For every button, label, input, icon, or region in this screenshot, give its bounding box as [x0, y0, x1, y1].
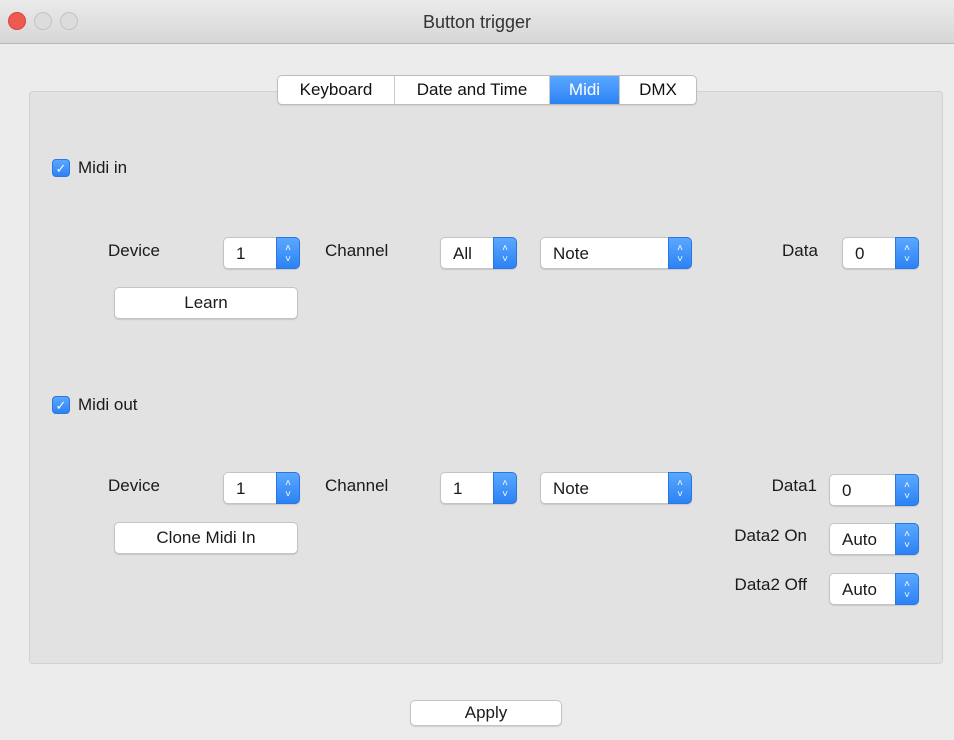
tab-midi[interactable]: Midi	[550, 76, 620, 104]
up-down-chevron-icon: ˄ ˅	[276, 237, 300, 269]
midi-out-data1-select[interactable]: 0 ˄ ˅	[829, 474, 919, 506]
up-down-chevron-icon: ˄ ˅	[668, 237, 692, 269]
up-down-chevron-icon: ˄ ˅	[895, 523, 919, 555]
midi-out-data2-off-select[interactable]: Auto ˄ ˅	[829, 573, 919, 605]
check-icon: ✓	[55, 161, 67, 176]
up-down-chevron-icon: ˄ ˅	[895, 573, 919, 605]
learn-button[interactable]: Learn	[114, 287, 298, 319]
midi-out-channel-select[interactable]: 1 ˄ ˅	[440, 472, 517, 504]
clone-midi-in-button[interactable]: Clone Midi In	[114, 522, 298, 554]
midi-out-data2-on-select[interactable]: Auto ˄ ˅	[829, 523, 919, 555]
up-down-chevron-icon: ˄ ˅	[668, 472, 692, 504]
midi-out-data2-on-label: Data2 On	[734, 526, 807, 545]
midi-in-device-value: 1	[236, 244, 246, 263]
midi-in-checkbox[interactable]: ✓	[52, 159, 70, 177]
midi-out-label: Midi out	[78, 395, 138, 414]
midi-out-data1-value: 0	[842, 481, 852, 500]
midi-in-data-select[interactable]: 0 ˄ ˅	[842, 237, 919, 269]
up-down-chevron-icon: ˄ ˅	[493, 472, 517, 504]
midi-in-channel-value: All	[453, 244, 472, 263]
midi-out-message-type-select[interactable]: Note ˄ ˅	[540, 472, 692, 504]
midi-out-channel-value: 1	[453, 479, 463, 498]
midi-in-device-label: Device	[108, 241, 160, 260]
midi-in-channel-select[interactable]: All ˄ ˅	[440, 237, 517, 269]
midi-out-checkbox-row[interactable]: ✓ Midi out	[52, 395, 138, 415]
up-down-chevron-icon: ˄ ˅	[276, 472, 300, 504]
apply-button[interactable]: Apply	[410, 700, 562, 726]
midi-in-channel-label: Channel	[325, 241, 389, 260]
midi-out-data1-label: Data1	[771, 476, 817, 495]
midi-out-message-type-value: Note	[553, 479, 589, 498]
midi-out-device-label: Device	[108, 476, 160, 495]
midi-out-device-value: 1	[236, 479, 246, 498]
up-down-chevron-icon: ˄ ˅	[895, 474, 919, 506]
midi-in-data-label: Data	[782, 241, 818, 260]
midi-in-label: Midi in	[78, 158, 128, 177]
check-icon: ✓	[55, 398, 67, 413]
midi-in-message-type-value: Note	[553, 244, 589, 263]
midi-in-data-value: 0	[855, 244, 865, 263]
title-bar: Button trigger	[0, 0, 954, 44]
window-title: Button trigger	[422, 12, 532, 32]
midi-out-channel-label: Channel	[325, 476, 389, 495]
tab-dmx[interactable]: DMX	[620, 76, 696, 104]
midi-out-data2-on-value: Auto	[842, 530, 877, 549]
tab-bar: Keyboard Date and Time Midi DMX	[277, 75, 697, 105]
up-down-chevron-icon: ˄ ˅	[493, 237, 517, 269]
midi-out-data2-off-label: Data2 Off	[734, 575, 807, 594]
midi-in-message-type-select[interactable]: Note ˄ ˅	[540, 237, 692, 269]
up-down-chevron-icon: ˄ ˅	[895, 237, 919, 269]
midi-out-device-select[interactable]: 1 ˄ ˅	[223, 472, 300, 504]
tab-date-and-time[interactable]: Date and Time	[395, 76, 550, 104]
midi-out-data2-off-value: Auto	[842, 580, 877, 599]
midi-in-device-select[interactable]: 1 ˄ ˅	[223, 237, 300, 269]
tab-keyboard[interactable]: Keyboard	[278, 76, 395, 104]
midi-in-checkbox-row[interactable]: ✓ Midi in	[52, 158, 127, 178]
midi-out-checkbox[interactable]: ✓	[52, 396, 70, 414]
